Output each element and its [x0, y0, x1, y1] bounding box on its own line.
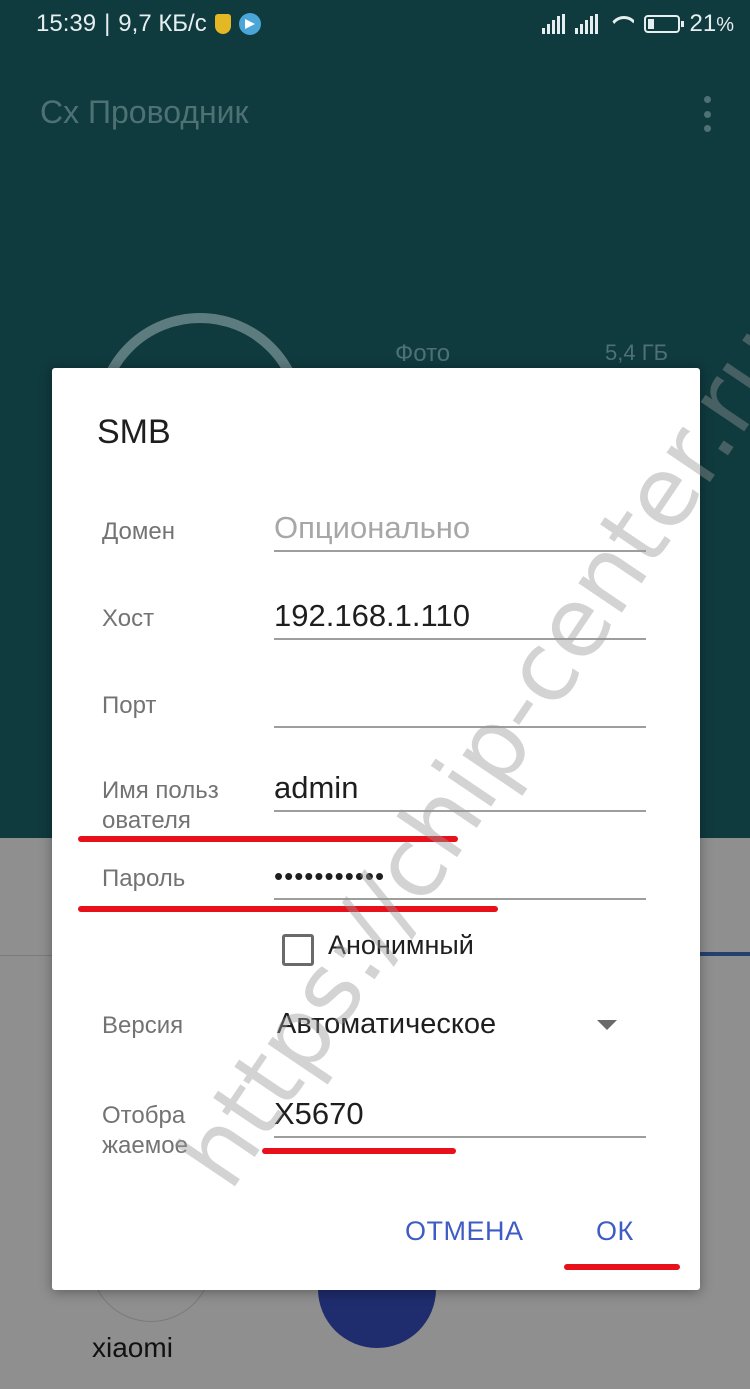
host-field[interactable]: 192.168.1.110 [274, 596, 646, 640]
storage-stat-label: Фото [395, 340, 451, 367]
signal-icon [574, 14, 598, 34]
status-separator: | [104, 10, 111, 37]
domain-label: Домен [102, 518, 175, 545]
annotation-underline-username [78, 836, 458, 842]
version-label: Версия [102, 1012, 184, 1039]
host-value: 192.168.1.110 [274, 598, 470, 633]
app-title: Cx Проводник [40, 94, 249, 130]
battery-icon [643, 15, 684, 33]
dialog-title: SMB [97, 413, 171, 451]
username-value: admin [274, 770, 359, 805]
status-time: 15:39 [36, 10, 97, 37]
port-value [274, 684, 646, 726]
dropdown-arrow-icon[interactable] [597, 1020, 617, 1030]
status-right: 21% [541, 10, 735, 38]
status-left: 15:39 | 9,7 КБ/с [36, 10, 261, 38]
storage-stat-value: 5,4 ГБ [605, 340, 669, 365]
version-select[interactable]: Автоматическое [277, 1008, 496, 1041]
annotation-underline-ok [564, 1264, 680, 1270]
cancel-button[interactable]: ОТМЕНА [405, 1216, 524, 1247]
password-label: Пароль [102, 865, 186, 892]
password-field[interactable]: ••••••••••• [274, 856, 646, 900]
anonymous-label[interactable]: Анонимный [328, 930, 474, 961]
username-label: Имя польз ователя [102, 777, 219, 834]
status-bar: 15:39 | 9,7 КБ/с 21% [0, 0, 750, 48]
annotation-underline-password [78, 906, 498, 912]
device-label: xiaomi [92, 1332, 173, 1363]
username-field[interactable]: admin [274, 768, 646, 812]
background-tab-indicator [700, 952, 750, 956]
more-vert-icon[interactable] [700, 96, 714, 132]
network-speed: 9,7 КБ/с [118, 10, 207, 37]
display-value: X5670 [274, 1096, 364, 1131]
signal-icon [541, 14, 565, 34]
password-value: ••••••••••• [274, 861, 386, 891]
anonymous-checkbox[interactable] [282, 934, 314, 966]
shield-icon [214, 14, 231, 34]
host-label: Хост [102, 605, 155, 632]
annotation-underline-display [262, 1148, 456, 1154]
ok-button[interactable]: ОК [596, 1216, 634, 1247]
telegram-icon [238, 13, 261, 35]
domain-placeholder: Опционально [274, 510, 471, 545]
port-field[interactable] [274, 684, 646, 728]
domain-field[interactable]: Опционально [274, 508, 646, 552]
display-label: Отобра жаемое [102, 1102, 188, 1159]
port-label: Порт [102, 692, 157, 719]
display-field[interactable]: X5670 [274, 1094, 646, 1138]
battery-percent: 21% [689, 10, 735, 37]
wifi-icon [608, 14, 634, 34]
